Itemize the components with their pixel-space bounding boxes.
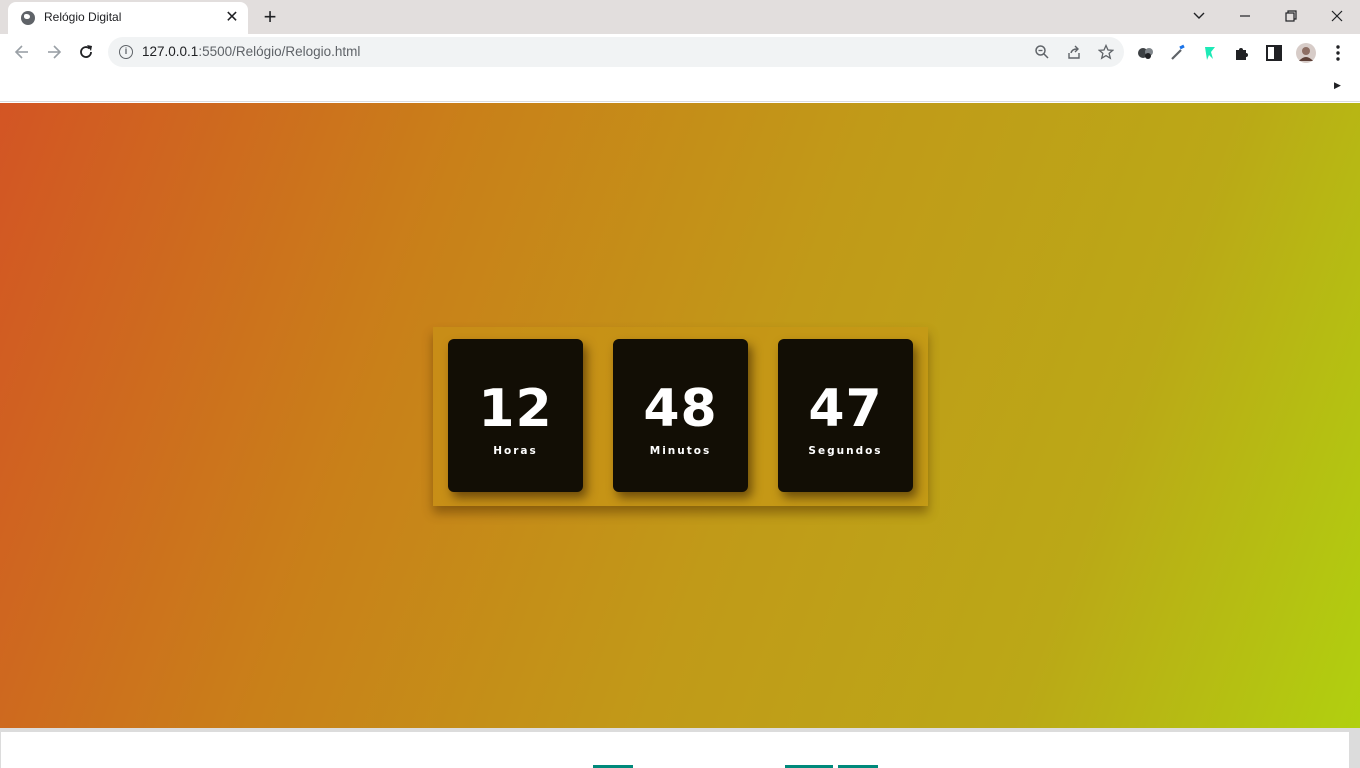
side-panel-icon[interactable]: [1264, 43, 1284, 63]
url-host: 127.0.0.1: [142, 44, 199, 59]
seconds-card: 47 Segundos: [778, 339, 913, 492]
share-icon[interactable]: [1066, 44, 1082, 60]
extensions-puzzle-icon[interactable]: [1232, 43, 1252, 63]
close-tab-icon[interactable]: ✕: [223, 9, 241, 27]
bookmarks-bar: ▶: [0, 70, 1360, 102]
minutes-value: 48: [643, 379, 718, 439]
back-button[interactable]: [8, 38, 36, 66]
taskbar-panel: [1, 732, 1349, 768]
extension-people-icon[interactable]: [1136, 43, 1156, 63]
profile-avatar[interactable]: [1296, 43, 1316, 63]
url-path: :5500/Relógio/Relogio.html: [198, 44, 361, 59]
bookmark-star-icon[interactable]: [1097, 43, 1115, 60]
seconds-label: Segundos: [808, 445, 883, 457]
digital-clock: 12 Horas 48 Minutos 47 Segundos: [433, 327, 928, 506]
tab-search-icon[interactable]: [1176, 4, 1222, 28]
seconds-value: 47: [808, 379, 883, 439]
reload-button[interactable]: [72, 38, 100, 66]
extension-figma-icon[interactable]: [1200, 43, 1220, 63]
forward-button[interactable]: [40, 38, 68, 66]
extension-eyedropper-icon[interactable]: [1168, 43, 1188, 63]
address-bar[interactable]: i 127.0.0.1:5500/Relógio/Relogio.html: [108, 37, 1124, 67]
minutes-card: 48 Minutos: [613, 339, 748, 492]
site-info-icon[interactable]: i: [119, 45, 133, 59]
hours-value: 12: [478, 379, 553, 439]
menu-kebab-icon[interactable]: [1328, 43, 1348, 63]
restore-icon[interactable]: [1268, 4, 1314, 28]
globe-icon: [21, 11, 35, 25]
tab-strip: Relógio Digital ✕ +: [0, 0, 1360, 34]
page-background: 12 Horas 48 Minutos 47 Segundos: [0, 103, 1360, 728]
tab-title: Relógio Digital: [44, 10, 122, 24]
close-window-icon[interactable]: [1314, 4, 1360, 28]
zoom-icon[interactable]: [1034, 44, 1050, 60]
hours-label: Horas: [493, 445, 538, 457]
bookmarks-overflow-icon[interactable]: ▶: [1334, 80, 1341, 91]
browser-toolbar: i 127.0.0.1:5500/Relógio/Relogio.html: [0, 34, 1360, 70]
hours-card: 12 Horas: [448, 339, 583, 492]
new-tab-button[interactable]: +: [258, 5, 282, 29]
minimize-icon[interactable]: [1222, 4, 1268, 28]
minutes-label: Minutos: [649, 445, 712, 457]
tab-relogio[interactable]: Relógio Digital ✕: [8, 2, 248, 34]
url-text: 127.0.0.1:5500/Relógio/Relogio.html: [142, 44, 360, 59]
